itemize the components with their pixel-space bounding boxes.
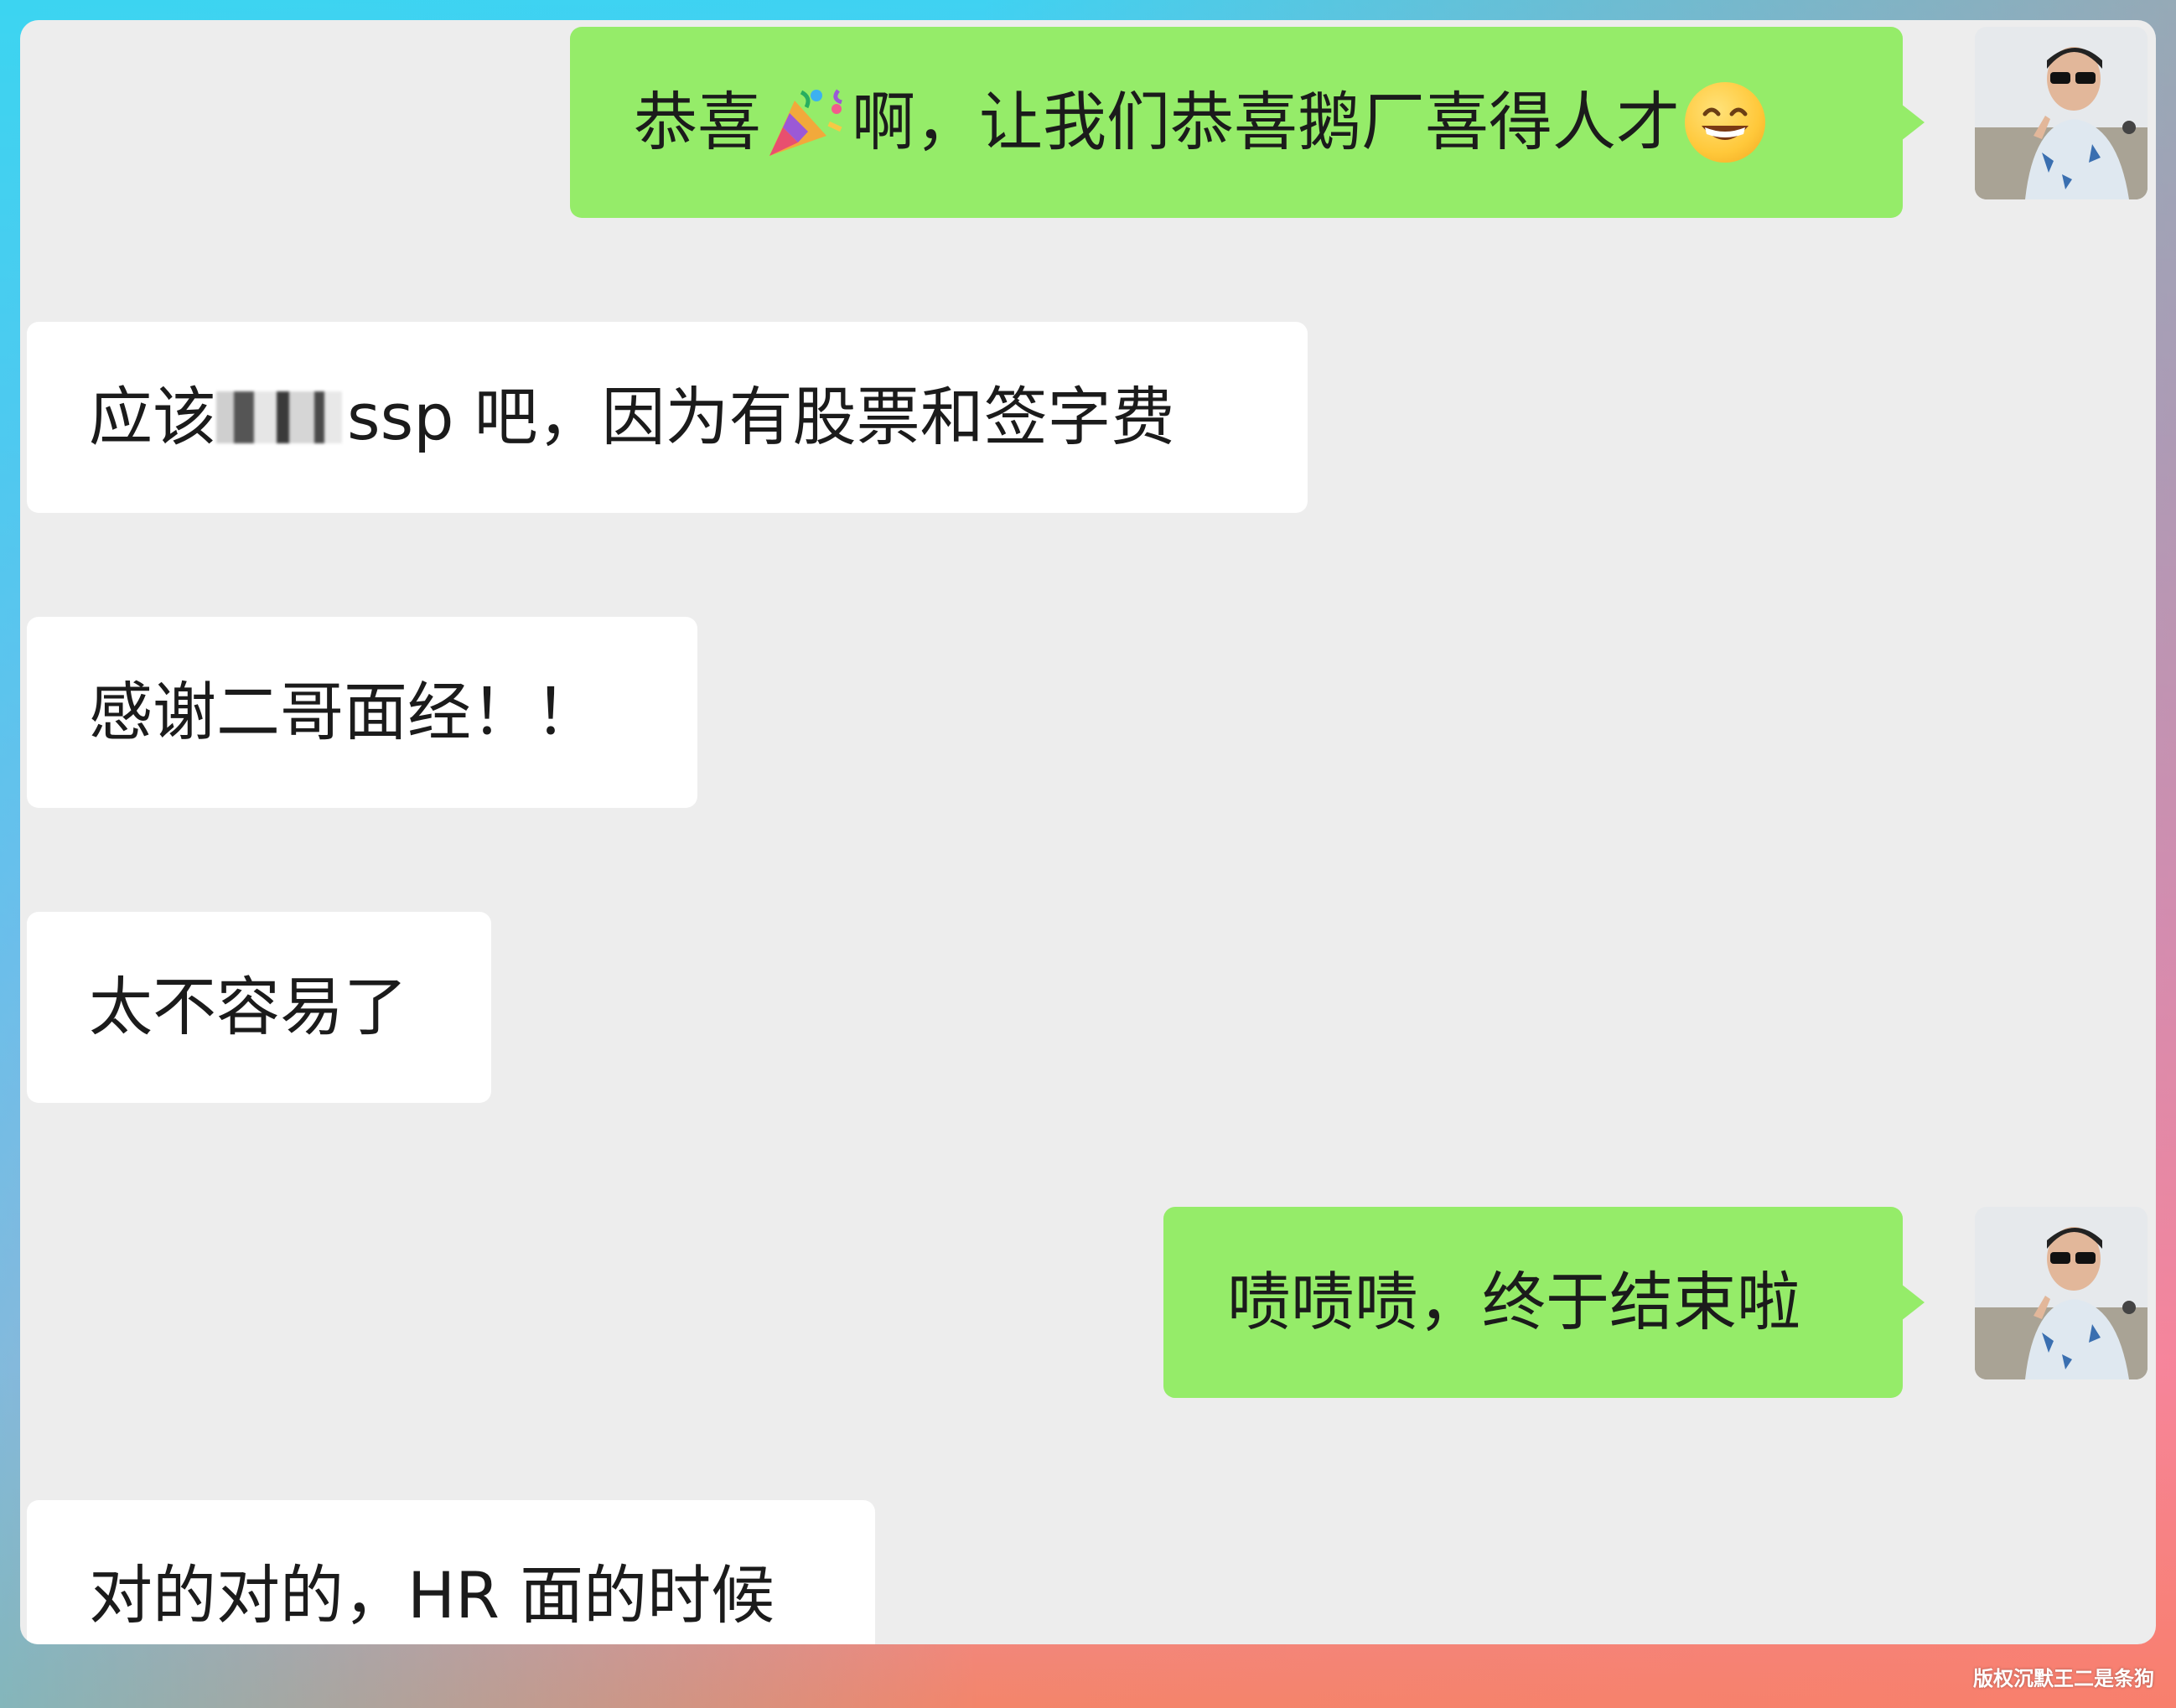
my-message-bubble[interactable]: 恭喜 啊，让我们恭喜鹅厂喜得人才 [570, 27, 1903, 218]
my-message-bubble[interactable]: 啧啧啧，终于结束啦 [1163, 1207, 1903, 1398]
my-avatar[interactable] [1975, 27, 2148, 199]
gradient-frame: 恭喜 啊，让我们恭喜鹅厂喜得人才 应该 ssp 吧，因为有股票和签字费 感谢二哥… [0, 0, 2176, 1708]
message-text: 感谢二哥面经！！ [89, 675, 598, 749]
message-text: 啊，让我们恭喜鹅厂喜得人才 [852, 85, 1680, 159]
their-message-bubble[interactable]: 感谢二哥面经！！ [27, 617, 697, 808]
redacted-text [216, 391, 342, 443]
their-message-bubble[interactable]: 太不容易了 [27, 912, 491, 1103]
message-text: 啧啧啧，终于结束啦 [1227, 1265, 1800, 1339]
message-text: ssp 吧，因为有股票和签字费 [347, 380, 1175, 454]
party-popper-icon [761, 84, 852, 161]
message-text: 应该 [89, 380, 216, 454]
their-message-bubble[interactable]: 应该 ssp 吧，因为有股票和签字费 [27, 322, 1308, 513]
message-text: 恭喜 [634, 85, 761, 159]
my-avatar[interactable] [1975, 1207, 2148, 1379]
message-text: 太不容易了 [89, 970, 407, 1044]
their-message-bubble[interactable]: 对的对的，HR 面的时候 [27, 1500, 875, 1644]
message-text: 对的对的，HR 面的时候 [89, 1558, 775, 1633]
watermark: 版权沉默王二是条狗 [1973, 1667, 2154, 1690]
chat-window[interactable]: 恭喜 啊，让我们恭喜鹅厂喜得人才 应该 ssp 吧，因为有股票和签字费 感谢二哥… [20, 20, 2156, 1644]
grinning-face-icon [1685, 82, 1765, 163]
